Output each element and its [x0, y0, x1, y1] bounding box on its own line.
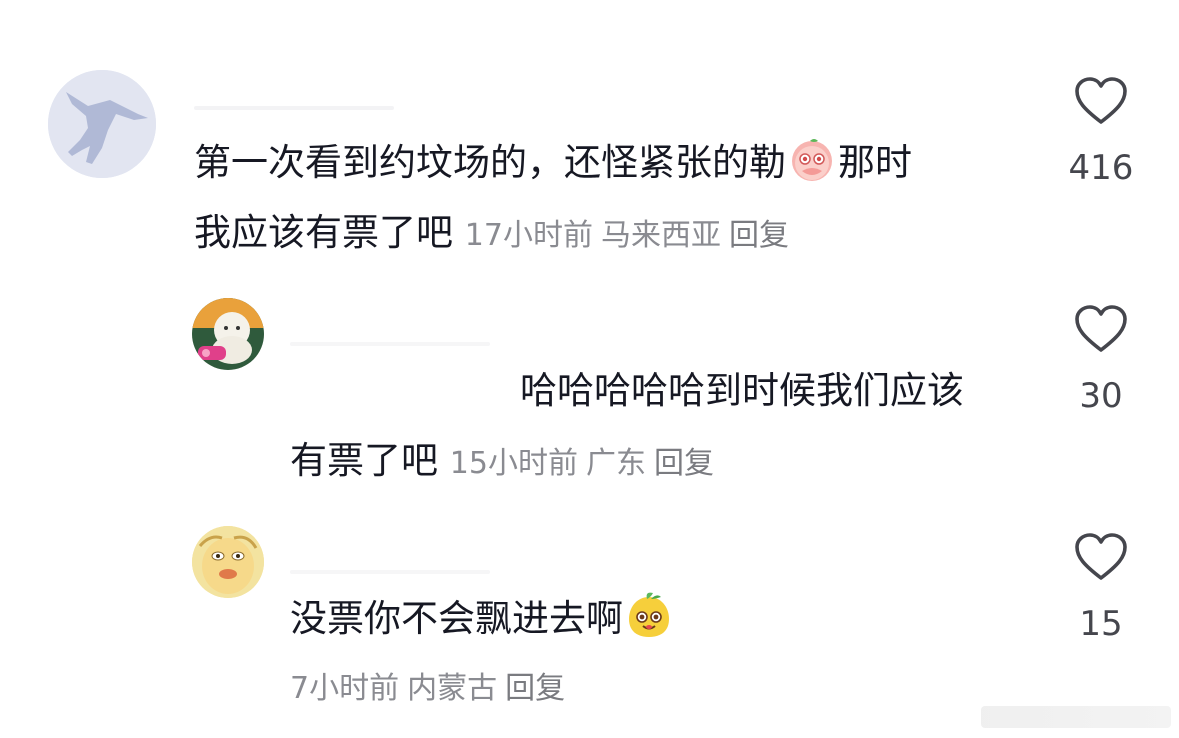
avatar[interactable] [192, 298, 264, 370]
like-count: 15 [1079, 604, 1123, 644]
heart-outline-icon[interactable] [1074, 76, 1128, 126]
avatar[interactable] [192, 526, 264, 598]
like-count: 30 [1079, 376, 1123, 416]
comment-text: 我应该有票了吧 [194, 211, 453, 254]
username-placeholder[interactable] [290, 342, 490, 346]
username-placeholder[interactable] [194, 106, 394, 110]
heart-outline-icon[interactable] [1074, 532, 1128, 582]
comment-time: 17小时前 [464, 218, 593, 253]
comment-body: 第一次看到约坟场的，还怪紧张的勒 那时 我应该有票了吧 17小时前 马来西亚 回复 [194, 128, 1024, 271]
comment-time: 15小时前 [449, 446, 578, 481]
comment-meta: 17小时前 马来西亚 回复 [465, 218, 797, 253]
comment-body: 没票你不会飘进去啊 7小时前 内蒙古 回复 [290, 584, 1030, 724]
comment-text: 第一次看到约坟场的，还怪紧张的勒 [194, 141, 786, 184]
like-button[interactable]: 30 [1046, 304, 1156, 416]
comment-text: 哈哈哈哈哈到时候我们应该 [520, 369, 964, 412]
comment-location: 内蒙古 [407, 671, 498, 706]
reply-button[interactable]: 回复 [654, 446, 714, 481]
comment-text: 有票了吧 [290, 439, 438, 482]
heart-outline-icon[interactable] [1074, 304, 1128, 354]
comment-text: 没票你不会飘进去啊 [290, 597, 623, 640]
comment-text: 那时 [838, 141, 912, 184]
watermark [981, 706, 1171, 728]
avatar[interactable] [48, 70, 156, 178]
blushing-peach-emoji [788, 135, 836, 183]
comment-location: 广东 [585, 446, 646, 481]
comment-location: 马来西亚 [600, 218, 721, 253]
username-placeholder[interactable] [290, 570, 490, 574]
comment-time: 7小时前 [290, 671, 400, 706]
comment-meta: 7小时前 内蒙古 回复 [290, 654, 1030, 724]
reply-button[interactable]: 回复 [505, 671, 565, 706]
like-button[interactable]: 15 [1046, 532, 1156, 644]
reply-button[interactable]: 回复 [729, 218, 789, 253]
comment-body: 哈哈哈哈哈到时候我们应该 有票了吧 15小时前 广东 回复 [290, 356, 1030, 499]
comment-meta: 15小时前 广东 回复 [450, 446, 722, 481]
like-button[interactable]: 416 [1046, 76, 1156, 188]
yellow-sprout-face-emoji [625, 591, 673, 639]
like-count: 416 [1068, 148, 1134, 188]
